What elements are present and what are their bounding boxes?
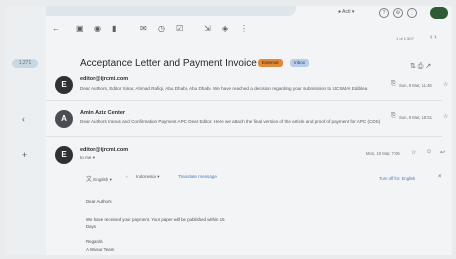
star-icon[interactable]: ☆ <box>443 113 448 120</box>
sender-name: editor@ijrcmi.com <box>80 147 129 153</box>
email-screen: 1,271 ‹ + ● Acti ▾ ? ⚙ ⋮ ← ▣ ◉ ▮ ✉ ◷ ☑ ⇲… <box>6 6 452 255</box>
translate-arrow-icon: › <box>126 174 128 179</box>
search-bar[interactable] <box>46 6 296 16</box>
divider <box>46 136 442 137</box>
top-bar: ● Acti ▾ ? ⚙ ⋮ <box>46 6 452 22</box>
settings-icon[interactable]: ⚙ <box>393 8 403 18</box>
help-icon[interactable]: ? <box>379 8 389 18</box>
pager-text: 1 of 1,507 <box>396 36 414 41</box>
more-icon[interactable]: ⋮ <box>240 24 248 33</box>
archive-icon[interactable]: ▣ <box>76 24 84 33</box>
sender-avatar: E <box>55 146 73 164</box>
account-avatar[interactable] <box>430 7 448 19</box>
attachment-icon: ⎘ <box>391 113 396 119</box>
translate-from[interactable]: 文 English ▾ <box>86 174 112 183</box>
turn-off-translate-link[interactable]: Turn off for: English <box>379 176 415 181</box>
mark-unread-icon[interactable]: ✉ <box>140 24 147 33</box>
plus-icon[interactable]: + <box>22 150 27 160</box>
body-line-1: We have received your payment. Your pape… <box>86 217 225 222</box>
sender-name: editor@ijrcmi.com <box>80 76 129 82</box>
reply-icon[interactable]: ‹ <box>22 114 25 124</box>
emoji-icon[interactable]: ☺ <box>426 149 432 155</box>
sender-avatar: E <box>55 76 73 94</box>
report-icon[interactable]: ◉ <box>94 24 101 33</box>
sender-name: Amin Aziz Center <box>80 110 126 116</box>
label-external[interactable]: External <box>258 59 283 67</box>
pager-arrows[interactable]: ‹ › <box>430 34 437 41</box>
message-date: Sun, 9 Mar, 11:48 <box>399 83 432 88</box>
translate-from-label: English <box>93 177 109 182</box>
body-greeting: Dear Authors <box>86 199 112 204</box>
status-label: Acti <box>342 9 351 15</box>
status-selector[interactable]: ● Acti ▾ <box>338 9 354 15</box>
back-arrow-icon[interactable]: ← <box>52 24 60 33</box>
label-inbox[interactable]: Inbox <box>290 59 310 67</box>
task-icon[interactable]: ☑ <box>176 24 183 33</box>
body-signature: A Wusur Team <box>86 247 115 252</box>
left-rail: 1,271 ‹ + <box>6 6 46 255</box>
sender-avatar: A <box>55 110 73 128</box>
thread-header-icons[interactable]: ⇅ ⎙ ↗ <box>410 62 431 71</box>
message-date: Sun, 9 Mar, 18:51 <box>399 115 433 120</box>
recipient-text: to me <box>80 155 92 160</box>
apps-icon[interactable]: ⋮ <box>407 8 417 18</box>
body-line-2: Days <box>86 224 97 229</box>
close-icon[interactable]: × <box>438 174 442 180</box>
recipient-line[interactable]: to me ▾ <box>80 155 95 161</box>
message-2[interactable]: A Amin Aziz Center Dear Authors Iranus a… <box>46 106 452 130</box>
snooze-icon[interactable]: ◷ <box>158 24 165 33</box>
body-closing: Regards <box>86 239 103 244</box>
move-icon[interactable]: ⇲ <box>204 24 211 33</box>
reply-icon[interactable]: ↩ <box>440 149 445 156</box>
message-1[interactable]: E editor@ijrcmi.com Dear Authors, Editor… <box>46 72 452 96</box>
thread-subject: Acceptance Letter and Payment Invoice <box>80 58 257 69</box>
message-3[interactable]: E editor@ijrcmi.com to me ▾ Mon, 10 Mar,… <box>46 142 452 172</box>
translate-to[interactable]: Indonesia ▾ <box>136 174 160 180</box>
message-snippet: Dear Authors, Editor Sinar, Ahmad Rafiqi… <box>80 86 368 91</box>
star-icon[interactable]: ☆ <box>411 149 416 156</box>
translate-icon: 文 <box>86 177 93 183</box>
translate-message-link[interactable]: Translate message <box>178 174 217 179</box>
attachment-icon: ⎘ <box>391 81 396 87</box>
translate-to-label: Indonesia <box>136 174 156 179</box>
label-icon[interactable]: ◈ <box>222 24 228 33</box>
delete-icon[interactable]: ▮ <box>112 24 116 33</box>
star-icon[interactable]: ☆ <box>443 81 448 88</box>
inbox-count-badge[interactable]: 1,271 <box>12 59 38 68</box>
divider <box>46 100 442 101</box>
message-snippet: Dear Authors Iranus and Confirmation Pay… <box>80 119 381 124</box>
message-date: Mon, 10 Mar, 7:06 <box>366 151 400 156</box>
